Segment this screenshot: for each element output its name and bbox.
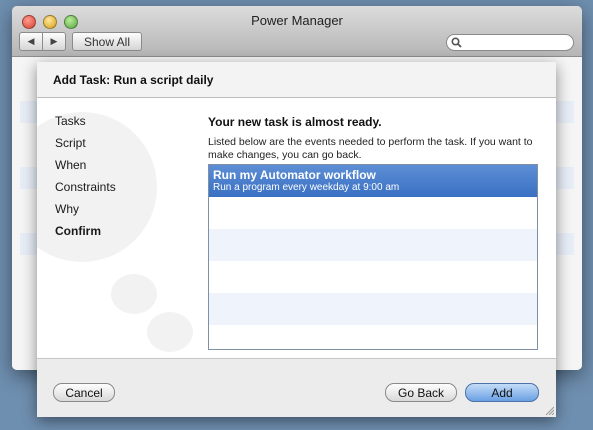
search-field[interactable] <box>446 34 574 51</box>
resize-grip-icon[interactable] <box>544 405 554 415</box>
navigation-buttons: ◀ ▶ <box>19 32 66 51</box>
step-item: When <box>55 158 87 172</box>
event-title: Run my Automator workflow <box>213 168 376 182</box>
add-task-sheet: Add Task: Run a script daily Tasks Scrip… <box>37 62 556 417</box>
empty-row <box>209 229 537 261</box>
go-back-button[interactable]: Go Back <box>385 383 457 402</box>
add-button[interactable]: Add <box>465 383 539 402</box>
step-item: Script <box>55 136 86 150</box>
watermark-graphic <box>147 312 193 352</box>
empty-row <box>209 325 537 349</box>
event-list[interactable]: Run my Automator workflow Run a program … <box>208 164 538 350</box>
sheet-header: Add Task: Run a script daily <box>37 62 556 98</box>
step-item-current: Confirm <box>55 224 101 238</box>
empty-row <box>209 261 537 293</box>
title-bar: Power Manager ◀ ▶ Show All <box>12 6 582 57</box>
show-all-button[interactable]: Show All <box>72 32 142 51</box>
sheet-footer: Cancel Go Back Add <box>37 358 556 417</box>
empty-row <box>209 197 537 229</box>
step-item: Why <box>55 202 79 216</box>
sheet-title: Add Task: Run a script daily <box>53 73 214 87</box>
event-item[interactable]: Run my Automator workflow Run a program … <box>209 165 537 197</box>
magnifier-icon <box>451 37 462 48</box>
watermark-graphic <box>111 274 157 314</box>
step-item: Tasks <box>55 114 86 128</box>
confirm-heading: Your new task is almost ready. <box>208 115 382 129</box>
confirm-description: Listed below are the events needed to pe… <box>208 136 533 161</box>
cancel-button[interactable]: Cancel <box>53 383 115 402</box>
window-title: Power Manager <box>251 13 343 28</box>
forward-button[interactable]: ▶ <box>43 32 66 51</box>
sheet-content: Tasks Script When Constraints Why Confir… <box>37 98 556 358</box>
back-arrow-icon: ◀ <box>27 36 35 46</box>
back-button[interactable]: ◀ <box>19 32 43 51</box>
forward-arrow-icon: ▶ <box>50 36 58 46</box>
step-item: Constraints <box>55 180 116 194</box>
empty-row <box>209 293 537 325</box>
event-subtitle: Run a program every weekday at 9:00 am <box>213 182 400 193</box>
step-list: Tasks Script When Constraints Why Confir… <box>55 114 116 246</box>
